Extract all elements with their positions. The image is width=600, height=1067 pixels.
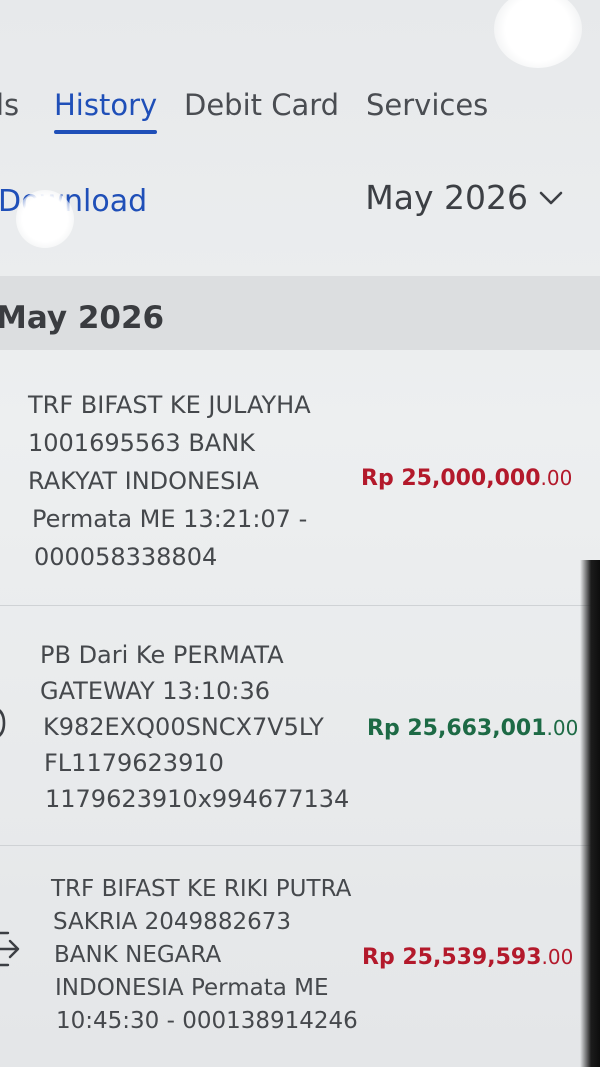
outgoing-transfer-icon: [0, 931, 20, 967]
transaction-row[interactable]: TRF BIFAST KE RIKI PUTRA SAKRIA 20498826…: [0, 845, 600, 1067]
transaction-line: SAKRIA 2049882673: [53, 909, 291, 935]
light-glare: [494, 0, 582, 68]
tab-details[interactable]: ls: [0, 88, 19, 122]
transaction-amount-main: Rp 25,663,001: [367, 716, 547, 741]
transaction-line: Permata ME 13:21:07 -: [32, 505, 308, 533]
month-group-title: May 2026: [0, 300, 165, 336]
transaction-line: INDONESIA Permata ME: [55, 975, 329, 1001]
transaction-amount: Rp 25,000,000.00: [361, 466, 572, 491]
transaction-amount-decimal: .00: [546, 716, 579, 740]
transaction-amount-decimal: .00: [541, 945, 574, 969]
transaction-description: TRF BIFAST KE RIKI PUTRA SAKRIA 20498826…: [51, 873, 358, 1038]
tab-debit-card[interactable]: Debit Card: [184, 88, 339, 122]
transaction-line: GATEWAY 13:10:36: [40, 677, 271, 705]
tab-history[interactable]: History: [54, 88, 158, 134]
transaction-line: RAKYAT INDONESIA: [28, 467, 259, 495]
month-selector[interactable]: May 2026: [365, 178, 564, 217]
transaction-line: TRF BIFAST KE JULAYHA: [28, 391, 311, 419]
screen-edge-shadow: [580, 560, 600, 1067]
transaction-line: PB Dari Ke PERMATA: [40, 641, 284, 669]
chevron-down-icon: [539, 191, 563, 204]
transaction-line: 1001695563 BANK: [28, 429, 255, 457]
transaction-amount-main: Rp 25,539,593: [362, 945, 542, 970]
tab-bar: ls History Debit Card Services: [0, 78, 600, 148]
transaction-line: 000058338804: [34, 543, 218, 571]
transaction-line: K982EXQ00SNCX7V5LY: [43, 713, 324, 741]
transaction-row[interactable]: PB Dari Ke PERMATA GATEWAY 13:10:36 K982…: [0, 605, 600, 846]
month-selected-value: May 2026: [365, 178, 528, 217]
transaction-amount: Rp 25,539,593.00: [362, 945, 573, 970]
month-group-header: May 2026: [0, 276, 600, 350]
history-toolbar: Download May 2026: [0, 170, 600, 240]
transaction-line: 1179623910x994677134: [45, 785, 350, 813]
transaction-amount-main: Rp 25,000,000: [361, 466, 541, 491]
transaction-line: FL1179623910: [44, 749, 224, 777]
transaction-amount-decimal: .00: [540, 466, 573, 490]
transaction-line: BANK NEGARA: [54, 942, 222, 968]
transaction-line: TRF BIFAST KE RIKI PUTRA: [51, 876, 352, 902]
tab-services[interactable]: Services: [366, 88, 488, 122]
incoming-transfer-icon: [0, 709, 6, 737]
light-glare: [16, 190, 74, 248]
transaction-amount: Rp 25,663,001.00: [367, 716, 578, 741]
history-screen: ls History Debit Card Services Download …: [0, 0, 600, 1067]
transaction-description: TRF BIFAST KE JULAYHA 1001695563 BANK RA…: [28, 386, 311, 576]
transaction-line: 10:45:30 - 000138914246: [56, 1008, 358, 1034]
transaction-row[interactable]: TRF BIFAST KE JULAYHA 1001695563 BANK RA…: [0, 350, 600, 606]
transaction-description: PB Dari Ke PERMATA GATEWAY 13:10:36 K982…: [40, 637, 349, 817]
